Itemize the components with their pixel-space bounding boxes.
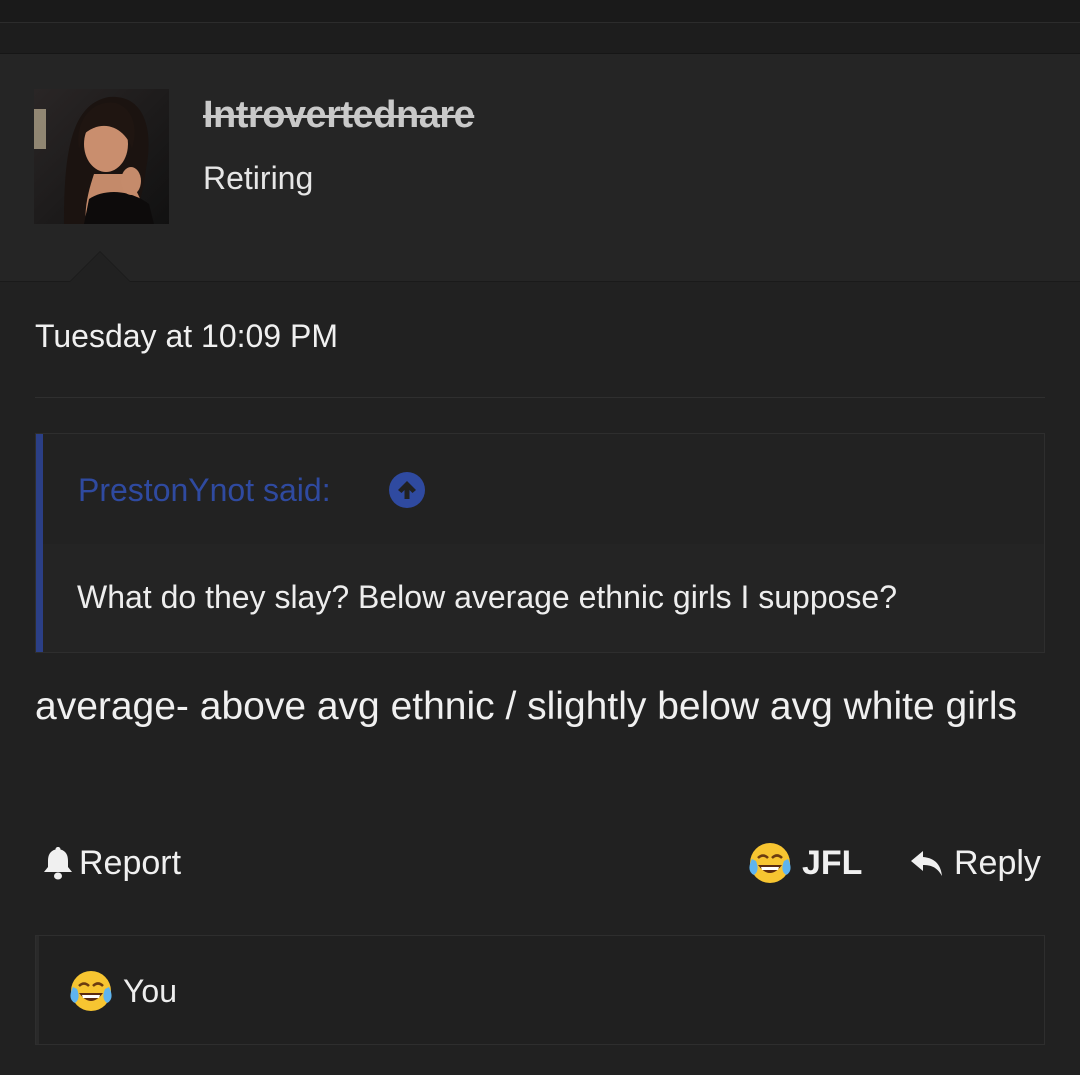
quote-block: PrestonYnot said: What do they slay? Bel… bbox=[35, 433, 1045, 653]
reaction-summary-label: You bbox=[123, 972, 177, 1009]
user-title: Retiring bbox=[203, 160, 314, 196]
reply-button[interactable]: Reply bbox=[910, 838, 1041, 888]
top-strip bbox=[0, 23, 1080, 54]
jfl-reaction-button[interactable]: JFL bbox=[748, 838, 862, 888]
divider bbox=[35, 397, 1045, 398]
quote-body: What do they slay? Below average ethnic … bbox=[77, 579, 898, 615]
reactions-accent bbox=[36, 936, 39, 1044]
avatar[interactable] bbox=[34, 89, 169, 224]
user-header: Introvertednare Retiring bbox=[0, 54, 1080, 282]
joy-tears-emoji-icon bbox=[69, 969, 113, 1013]
reply-label: Reply bbox=[954, 843, 1041, 882]
header-notch bbox=[70, 252, 130, 282]
reactions-bar: You bbox=[35, 935, 1045, 1045]
reaction-summary[interactable]: You bbox=[69, 966, 177, 1016]
top-bar bbox=[0, 0, 1080, 23]
arrow-up-circle-icon[interactable] bbox=[389, 472, 425, 508]
post-message: average- above avg ethnic / slightly bel… bbox=[35, 685, 1018, 728]
post-actions: Report JFL Reply bbox=[35, 838, 1045, 888]
report-label: Report bbox=[79, 843, 182, 882]
quote-author[interactable]: PrestonYnot said: bbox=[78, 472, 331, 509]
username[interactable]: Introvertednare bbox=[203, 94, 475, 137]
reply-arrow-icon bbox=[910, 846, 944, 880]
joy-tears-emoji-icon bbox=[748, 841, 792, 885]
quote-header: PrestonYnot said: bbox=[43, 434, 1044, 544]
report-button[interactable]: Report bbox=[43, 838, 181, 888]
quote-accent-bar bbox=[36, 434, 43, 652]
jfl-label: JFL bbox=[802, 843, 863, 882]
bell-icon bbox=[43, 845, 73, 881]
post-date[interactable]: Tuesday at 10:09 PM bbox=[35, 318, 338, 355]
